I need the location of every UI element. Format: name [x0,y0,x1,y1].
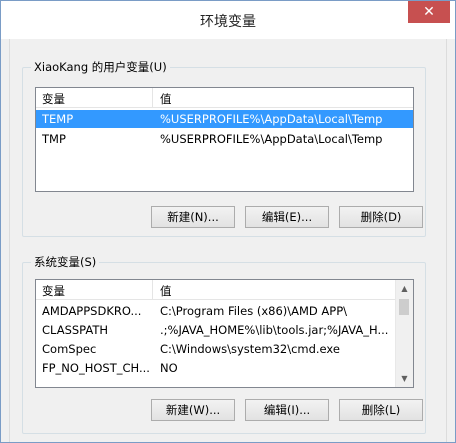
variable-name: TMP [42,132,66,146]
variable-value: C:\Windows\system32\cmd.exe [160,342,340,356]
variable-value: %USERPROFILE%\AppData\Local\Temp [160,132,383,146]
system-variables-list[interactable]: 变量 值 AMDAPPSDKRO... C:\Program Files (x8… [35,279,414,388]
list-item[interactable]: TMP %USERPROFILE%\AppData\Local\Temp [36,130,413,148]
system-delete-button[interactable]: 删除(L) [339,399,423,421]
scroll-up-arrow-icon[interactable]: ▲ [396,280,413,297]
column-header-variable[interactable]: 变量 [42,283,65,299]
variable-name: FP_NO_HOST_CH... [42,361,150,375]
list-item[interactable]: ComSpec C:\Windows\system32\cmd.exe [36,340,396,358]
list-header: 变量 值 [36,88,413,108]
user-variables-label: XiaoKang 的用户变量(U) [31,59,170,75]
user-edit-button[interactable]: 编辑(E)... [245,206,329,228]
user-new-button[interactable]: 新建(N)... [151,206,235,228]
variable-value: NO [160,361,178,375]
column-divider[interactable] [152,280,153,299]
variable-name: AMDAPPSDKRO... [42,304,142,318]
variable-name: ComSpec [42,342,97,356]
system-edit-button[interactable]: 编辑(I)... [245,399,329,421]
list-header: 变量 值 [36,280,396,300]
variable-value: %USERPROFILE%\AppData\Local\Temp [160,112,383,126]
variable-value: .;%JAVA_HOME%\lib\tools.jar;%JAVA_H... [160,323,389,337]
environment-variables-dialog: 环境变量 ✕ XiaoKang 的用户变量(U) 变量 值 TEMP %USER… [0,0,456,443]
column-divider[interactable] [152,88,153,107]
system-new-button[interactable]: 新建(W)... [151,399,235,421]
variable-name: TEMP [42,112,74,126]
user-variables-group: XiaoKang 的用户变量(U) 变量 值 TEMP %USERPROFILE… [22,59,426,237]
dialog-body: XiaoKang 的用户变量(U) 变量 值 TEMP %USERPROFILE… [9,39,447,442]
title-bar: 环境变量 ✕ [1,1,455,39]
column-header-value[interactable]: 值 [160,283,172,299]
system-variables-group: 系统变量(S) 变量 值 AMDAPPSDKRO... C:\Program F… [22,254,426,434]
column-header-value[interactable]: 值 [160,91,172,107]
list-item[interactable]: FP_NO_HOST_CH... NO [36,359,396,377]
vertical-scrollbar[interactable]: ▲ ▼ [395,280,413,387]
user-delete-button[interactable]: 删除(D) [339,206,423,228]
list-item[interactable]: AMDAPPSDKRO... C:\Program Files (x86)\AM… [36,302,396,320]
list-item[interactable]: TEMP %USERPROFILE%\AppData\Local\Temp [36,110,413,128]
variable-name: CLASSPATH [42,323,109,337]
system-variables-label: 系统变量(S) [31,254,100,270]
list-item[interactable]: CLASSPATH .;%JAVA_HOME%\lib\tools.jar;%J… [36,321,396,339]
user-variables-list[interactable]: 变量 值 TEMP %USERPROFILE%\AppData\Local\Te… [35,87,414,192]
variable-value: C:\Program Files (x86)\AMD APP\ [160,304,348,318]
column-header-variable[interactable]: 变量 [42,91,65,107]
scroll-down-arrow-icon[interactable]: ▼ [396,370,413,387]
close-button[interactable]: ✕ [408,1,450,23]
scrollbar-thumb[interactable] [399,299,409,315]
dialog-title: 环境变量 [200,14,256,30]
